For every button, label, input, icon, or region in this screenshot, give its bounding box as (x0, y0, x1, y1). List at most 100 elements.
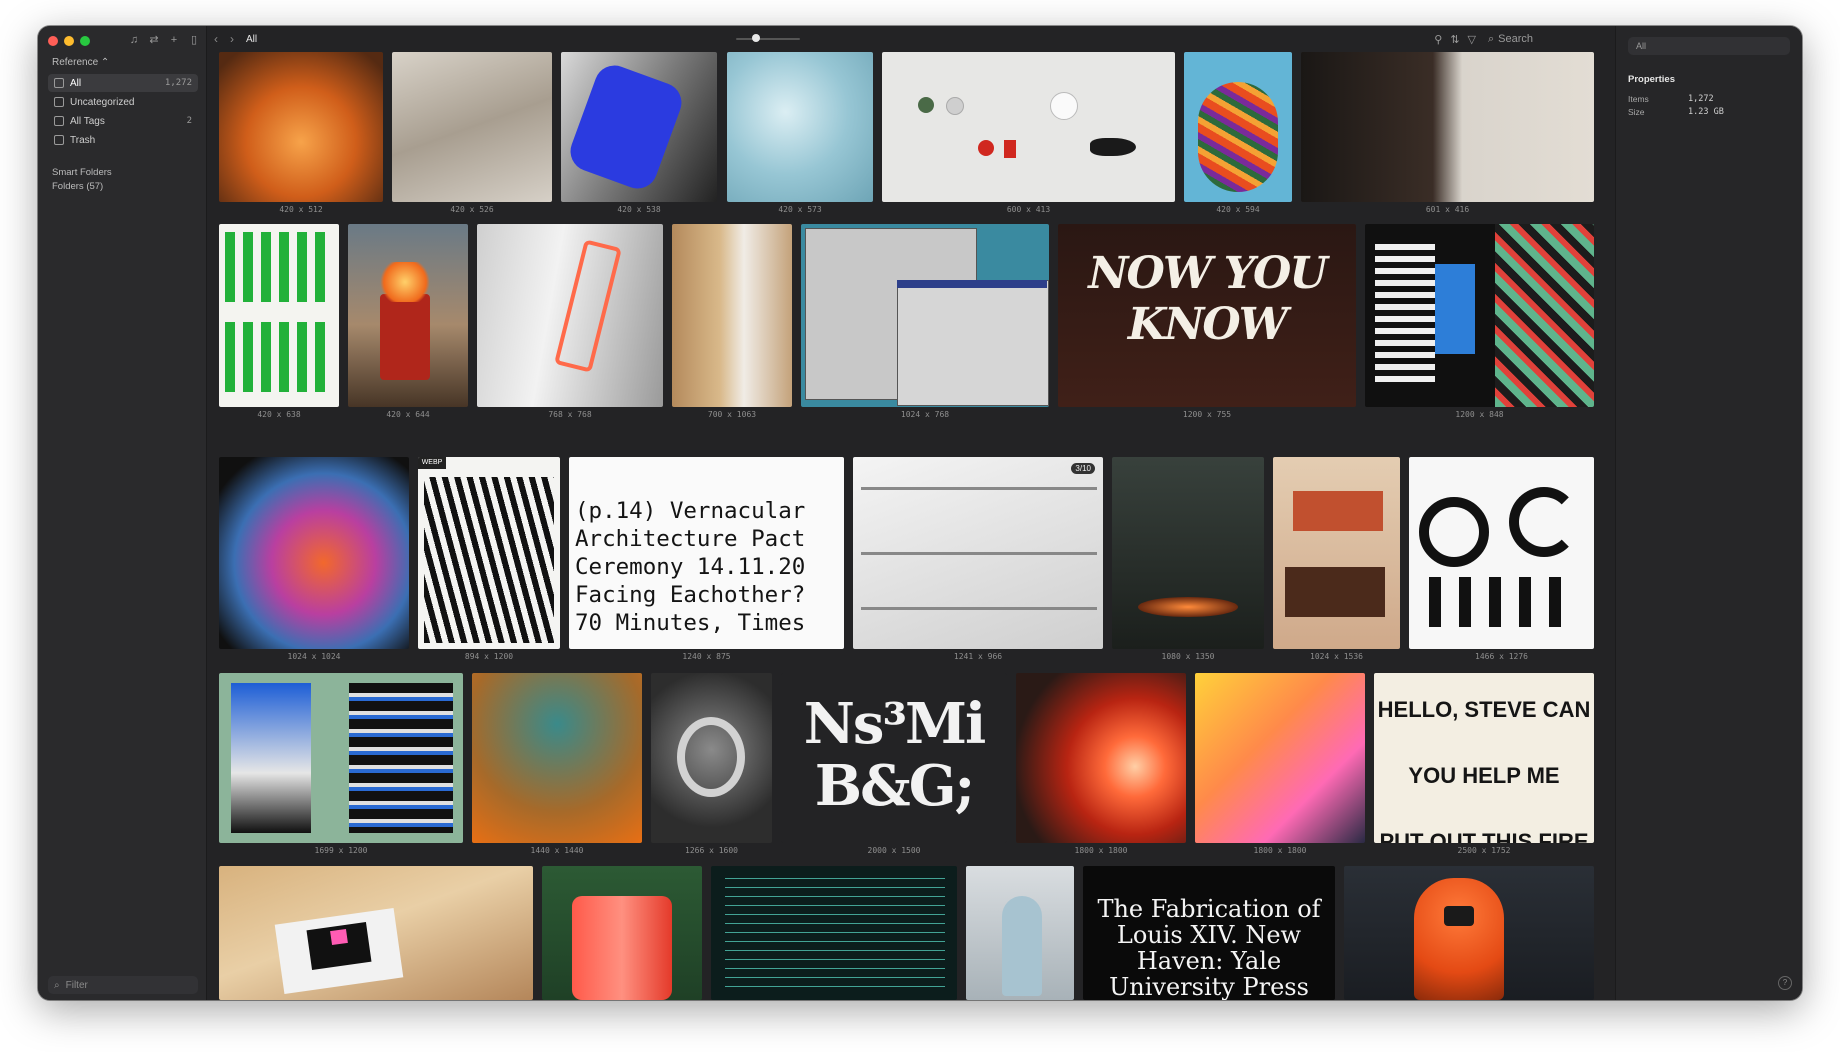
properties-heading: Properties (1628, 74, 1675, 85)
image-tile[interactable]: Ns³Mi B&G; (781, 673, 1007, 843)
image-tile[interactable] (392, 52, 552, 202)
property-label: Items (1628, 94, 1649, 104)
image-tile[interactable] (219, 457, 409, 649)
image-tile[interactable] (1112, 457, 1264, 649)
poster-line: 70 Minutes, Times (575, 610, 806, 636)
image-tile[interactable] (1195, 673, 1365, 843)
library-label: Reference (52, 57, 99, 68)
sidebar-tools: ♫ ⇄ + ▯ (128, 34, 200, 46)
sidebar-item-label: Trash (70, 134, 96, 146)
tile-dimensions: 894 x 1200 (464, 652, 514, 661)
image-tile[interactable] (219, 52, 383, 202)
poster-line: University Press (1109, 973, 1309, 1000)
page-badge: 3/10 (1071, 463, 1095, 474)
image-tile[interactable] (348, 224, 468, 407)
format-badge: WEBP (418, 457, 446, 469)
tag-icon (54, 116, 64, 126)
inspector-search[interactable]: All (1628, 37, 1790, 55)
add-icon[interactable]: + (168, 34, 180, 46)
image-tile[interactable] (882, 52, 1175, 202)
window-controls (48, 36, 90, 46)
image-tile[interactable] (219, 866, 533, 1000)
image-tile[interactable] (1344, 866, 1594, 1000)
tile-dimensions: 1466 x 1276 (1475, 652, 1528, 661)
sidebar-item-uncategorized[interactable]: Uncategorized (48, 93, 198, 111)
property-label: Size (1628, 107, 1645, 117)
sidebar-item-all-tags[interactable]: All Tags 2 (48, 112, 198, 130)
image-tile[interactable] (1184, 52, 1292, 202)
image-grid: 420 x 512 420 x 526 420 x 538 420 x 573 … (218, 52, 1616, 1000)
sidebar-item-count: 2 (186, 116, 192, 126)
image-tile[interactable] (651, 673, 772, 843)
poster-line: (p.14) Vernacular (575, 498, 806, 524)
image-tile[interactable] (966, 866, 1074, 1000)
help-icon[interactable]: ? (1778, 976, 1792, 990)
poster-text: (p.14) Vernacular Architecture Pact Cere… (575, 497, 843, 637)
image-tile[interactable]: NOW YOU KNOW (1058, 224, 1356, 407)
thumbnail-size-slider[interactable] (736, 34, 800, 42)
image-tile[interactable] (727, 52, 873, 202)
poster-line: Louis XIV. New (1116, 921, 1302, 949)
poster-title: NOW YOU KNOW (1088, 248, 1327, 350)
tile-dimensions: 420 x 526 (450, 205, 494, 214)
tile-dimensions: 1200 x 755 (1182, 410, 1232, 419)
image-tile[interactable]: The Fabrication of Louis XIV. New Haven:… (1083, 866, 1335, 1000)
image-tile[interactable] (542, 866, 702, 1000)
smart-folders-heading[interactable]: Smart Folders (52, 167, 112, 178)
inspector-search-value: All (1636, 41, 1647, 51)
image-tile[interactable] (1016, 673, 1186, 843)
filter-placeholder: Filter (65, 979, 88, 991)
image-tile[interactable] (711, 866, 957, 1000)
back-icon[interactable]: ‹ (208, 32, 224, 46)
image-tile[interactable] (801, 224, 1049, 407)
swap-icon[interactable]: ⇄ (148, 34, 160, 46)
tile-dimensions: 2500 x 1752 (1457, 846, 1511, 855)
image-tile[interactable] (1301, 52, 1594, 202)
bell-icon[interactable]: ♫ (128, 34, 140, 46)
tile-dimensions: 420 x 538 (617, 205, 661, 214)
poster-text: The Fabrication of Louis XIV. New Haven:… (1083, 896, 1335, 1000)
image-tile[interactable]: (p.14) Vernacular Architecture Pact Cere… (569, 457, 844, 649)
sidebar-item-all[interactable]: All 1,272 (48, 74, 198, 92)
search-icon: ⌕ (54, 979, 60, 991)
sidebar: ♫ ⇄ + ▯ Reference ⌃ All 1,272 Uncategori… (38, 26, 207, 1000)
tile-dimensions: 420 x 573 (778, 205, 822, 214)
image-tile[interactable] (472, 673, 642, 843)
tile-dimensions: 1024 x 768 (900, 410, 950, 419)
close-window-button[interactable] (48, 36, 58, 46)
filter-icon[interactable]: ▽ (1468, 33, 1476, 46)
poster-line: B&G; (814, 753, 975, 819)
slider-knob[interactable] (752, 34, 760, 42)
tile-dimensions: 1800 x 1800 (1074, 846, 1128, 855)
image-tile[interactable] (1409, 457, 1594, 649)
sidebar-toggle-icon[interactable]: ▯ (188, 34, 200, 46)
image-tile[interactable] (561, 52, 717, 202)
image-tile[interactable]: HELLO, STEVE CAN YOU HELP ME PUT OUT THI… (1374, 673, 1594, 843)
image-tile[interactable]: WEBP (418, 457, 560, 649)
image-tile[interactable] (219, 224, 339, 407)
zoom-window-button[interactable] (80, 36, 90, 46)
image-tile[interactable] (1273, 457, 1400, 649)
sidebar-item-trash[interactable]: Trash (48, 131, 198, 149)
forward-icon[interactable]: › (224, 32, 240, 46)
library-switcher[interactable]: Reference ⌃ (52, 57, 109, 68)
image-tile[interactable] (1365, 224, 1594, 407)
image-tile[interactable] (219, 673, 463, 843)
image-tile[interactable]: 3/10 (853, 457, 1103, 649)
tile-dimensions: 1800 x 1800 (1253, 846, 1307, 855)
tile-dimensions: 1200 x 848 (1455, 410, 1504, 419)
tile-dimensions: 420 x 512 (279, 205, 323, 214)
filter-input[interactable]: ⌕ Filter (48, 976, 198, 994)
search-placeholder: Search (1498, 33, 1534, 45)
sort-icon[interactable]: ⇅ (1450, 33, 1459, 46)
pin-icon[interactable]: ⚲ (1434, 33, 1442, 46)
search-input[interactable]: ⌕ Search (1484, 32, 1606, 46)
image-tile[interactable] (477, 224, 663, 407)
tile-dimensions: 600 x 413 (1006, 205, 1051, 214)
search-icon: ⌕ (1488, 32, 1495, 45)
folders-heading[interactable]: Folders (57) (52, 181, 103, 192)
folder-icon (54, 97, 64, 107)
image-tile[interactable] (672, 224, 792, 407)
poster-line: HELLO, STEVE CAN (1377, 697, 1591, 722)
minimize-window-button[interactable] (64, 36, 74, 46)
